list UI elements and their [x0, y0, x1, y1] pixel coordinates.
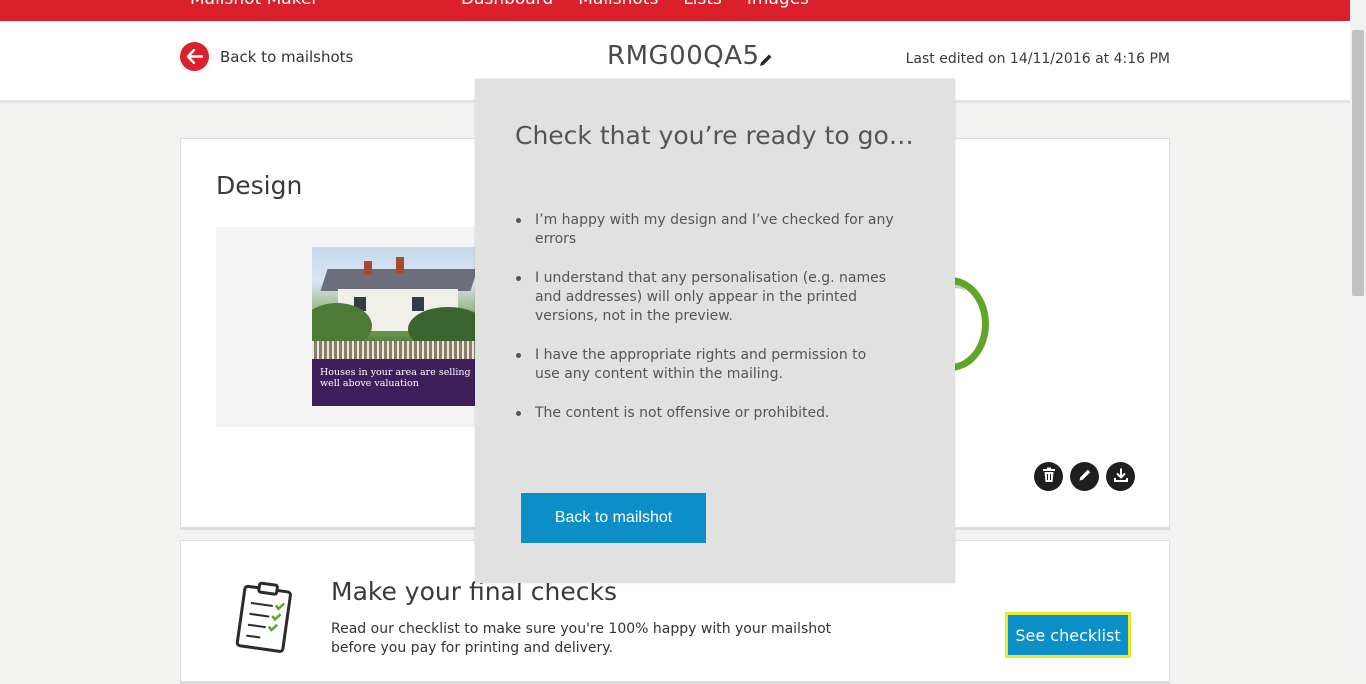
nav-link-images[interactable]: Images [747, 0, 809, 9]
pencil-icon[interactable] [758, 52, 774, 72]
design-section-title: Design [216, 171, 303, 200]
nav-links: Dashboard Mailshots Lists Images [461, 0, 809, 9]
mailshot-preview-thumbnail[interactable]: Houses in your area are selling well abo… [312, 247, 476, 406]
list-item: I have the appropriate rights and permis… [515, 346, 895, 384]
mailshot-name: RMG00QA5 [607, 41, 760, 71]
design-preview-area: Houses in your area are selling well abo… [216, 227, 516, 427]
nav-link-lists[interactable]: Lists [683, 0, 722, 9]
trash-icon [1042, 467, 1056, 487]
scrollbar-thumb[interactable] [1352, 30, 1364, 296]
arrow-left-icon [180, 42, 209, 71]
list-item: I understand that any personalisation (e… [515, 269, 895, 326]
list-item: I’m happy with my design and I’ve checke… [515, 211, 895, 249]
preview-caption: Houses in your area are selling well abo… [312, 359, 476, 406]
nav-link-dashboard[interactable]: Dashboard [461, 0, 553, 9]
see-checklist-button[interactable]: See checklist [1005, 612, 1131, 658]
pencil-icon [1078, 467, 1092, 486]
top-navigation-bar: Mailshot Maker Dashboard Mailshots Lists… [0, 0, 1350, 21]
nav-link-mailshots[interactable]: Mailshots [578, 0, 658, 9]
back-link-label: Back to mailshots [220, 47, 354, 66]
delete-button[interactable] [1034, 462, 1063, 491]
ready-checklist-modal: Check that you’re ready to go… I’m happy… [475, 79, 955, 583]
list-item: The content is not offensive or prohibit… [515, 404, 895, 423]
back-to-mailshot-button[interactable]: Back to mailshot [521, 493, 706, 543]
edit-design-button[interactable] [1070, 462, 1099, 491]
last-edited-timestamp: Last edited on 14/11/2016 at 4:16 PM [905, 51, 1170, 67]
clipboard-checklist-icon [233, 581, 297, 659]
modal-title: Check that you’re ready to go… [515, 121, 914, 150]
brand-name[interactable]: Mailshot Maker [190, 0, 318, 9]
final-checks-description: Read our checklist to make sure you're 1… [331, 621, 832, 656]
design-actions [1034, 462, 1135, 491]
download-button[interactable] [1106, 462, 1135, 491]
checklist-items: I’m happy with my design and I’ve checke… [515, 211, 895, 443]
download-icon [1113, 467, 1129, 487]
back-to-mailshots-link[interactable]: Back to mailshots [180, 42, 353, 71]
